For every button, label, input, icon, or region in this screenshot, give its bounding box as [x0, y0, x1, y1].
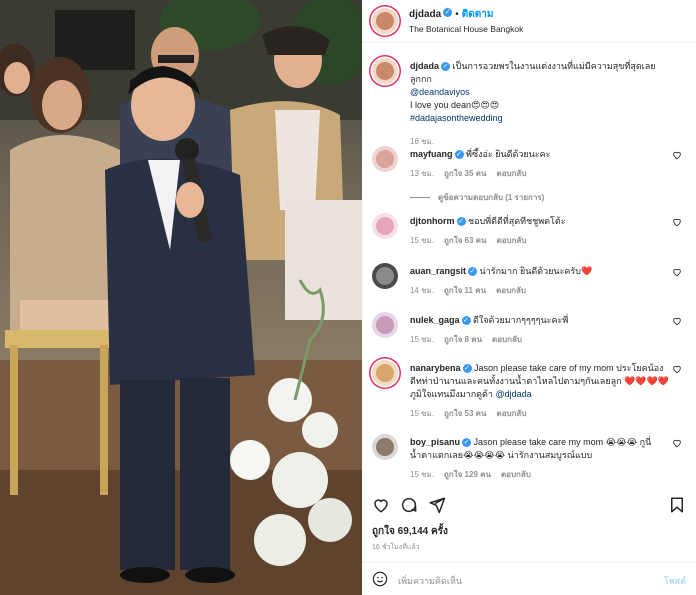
comment-username[interactable]: djtonhorm — [410, 216, 455, 226]
reply-button[interactable]: ตอบกลับ — [501, 470, 531, 479]
post-video[interactable] — [0, 0, 362, 595]
post-header: djdada ✓ • ติดตาม The Botanical House Bangk… — [362, 0, 696, 43]
verified-icon: ✓ — [443, 8, 453, 18]
heart-icon[interactable] — [672, 316, 682, 326]
comment-time: 14 ชม. — [410, 286, 435, 295]
verified-icon: ✓ — [461, 316, 471, 326]
post-timestamp: 16 ชั่วโมงที่แล้ว — [372, 544, 420, 551]
comments-list[interactable]: djdada ✓ เป็นการอวยพรในงานแต่งงานที่แม่มี… — [362, 48, 696, 488]
comment-icon[interactable] — [400, 496, 418, 514]
view-replies-button[interactable]: ดูข้อความตอบกลับ (1 รายการ) — [410, 191, 544, 204]
comment-avatar[interactable] — [372, 434, 398, 460]
bookmark-icon[interactable] — [668, 496, 686, 514]
separator-dot: • — [455, 9, 459, 20]
comment-avatar[interactable] — [372, 360, 398, 386]
caption-time: 16 ชม. — [410, 137, 435, 146]
author-avatar[interactable] — [372, 8, 398, 34]
comment-likes[interactable]: ถูกใจ 35 คน — [444, 169, 486, 178]
comment-text: ชอบพี่ดีดีที่สุดทีชชูพดโต้ะ — [468, 216, 566, 226]
comment-text: น่ารักมาก ยินดีด้วยนะครับ❤️ — [479, 266, 593, 276]
comment-likes[interactable]: ถูกใจ 8 คน — [444, 335, 482, 344]
heart-icon[interactable] — [372, 496, 390, 514]
post-panel: djdada ✓ • ติดตาม The Botanical House Bangk… — [362, 0, 696, 595]
add-comment-input[interactable]: เพิ่มความคิดเห็น — [398, 574, 462, 588]
post-comment-button[interactable]: โพสต์ — [664, 574, 686, 588]
caption-avatar[interactable] — [372, 58, 398, 84]
heart-icon[interactable] — [672, 267, 682, 277]
follow-button[interactable]: ติดตาม — [462, 9, 494, 20]
comment-avatar[interactable] — [372, 213, 398, 239]
comment-mention[interactable]: @djdada — [495, 389, 531, 399]
verified-icon: ✓ — [468, 267, 478, 277]
reply-button[interactable]: ตอบกลับ — [497, 169, 527, 178]
caption-username[interactable]: djdada — [410, 61, 439, 71]
comment-avatar[interactable] — [372, 146, 398, 172]
heart-icon[interactable] — [672, 217, 682, 227]
comment-username[interactable]: nulek_gaga — [410, 315, 460, 325]
comment-time: 13 ชม. — [410, 169, 435, 178]
comment-time: 15 ชม. — [410, 236, 435, 245]
heart-icon[interactable] — [672, 438, 682, 448]
location-link[interactable]: The Botanical House Bangkok — [409, 22, 523, 37]
comment-time: 15 ชม. — [410, 409, 435, 418]
caption-line2: I love you dean😍😍😍 — [410, 100, 500, 110]
comment-username[interactable]: mayfuang — [410, 149, 453, 159]
comment-likes[interactable]: ถูกใจ 63 คน — [444, 236, 486, 245]
comment-username[interactable]: auan_rangsit — [410, 266, 466, 276]
caption-mention[interactable]: @deandaviyos — [410, 87, 470, 97]
comment-username[interactable]: nanarybena — [410, 363, 461, 373]
comment-avatar[interactable] — [372, 263, 398, 289]
verified-icon: ✓ — [462, 438, 472, 448]
verified-icon: ✓ — [456, 217, 466, 227]
caption-hashtag[interactable]: #dadajasonthewedding — [410, 113, 503, 123]
verified-icon: ✓ — [454, 150, 464, 160]
comment-time: 15 ชม. — [410, 335, 435, 344]
action-bar — [372, 494, 686, 516]
comment-likes[interactable]: ถูกใจ 53 คน — [444, 409, 486, 418]
comment-username[interactable]: boy_pisanu — [410, 437, 460, 447]
author-username[interactable]: djdada — [409, 9, 441, 20]
comment-time: 15 ชม. — [410, 470, 435, 479]
reply-button[interactable]: ตอบกลับ — [492, 335, 522, 344]
heart-icon[interactable] — [672, 364, 682, 374]
verified-icon: ✓ — [462, 364, 472, 374]
add-comment-bar: เพิ่มความคิดเห็น โพสต์ — [362, 562, 696, 595]
like-count[interactable]: ถูกใจ 69,144 ครั้ง — [372, 524, 448, 539]
comment-likes[interactable]: ถูกใจ 129 คน — [444, 470, 491, 479]
share-icon[interactable] — [428, 496, 446, 514]
wedding-scene-image — [0, 0, 362, 595]
emoji-icon[interactable] — [372, 571, 388, 587]
heart-icon[interactable] — [672, 150, 682, 160]
replies-line — [410, 197, 430, 199]
comment-avatar[interactable] — [372, 312, 398, 338]
reply-button[interactable]: ตอบกลับ — [496, 286, 526, 295]
verified-icon: ✓ — [441, 62, 451, 72]
reply-button[interactable]: ตอบกลับ — [497, 409, 527, 418]
reply-button[interactable]: ตอบกลับ — [497, 236, 527, 245]
comment-likes[interactable]: ถูกใจ 11 คน — [444, 286, 486, 295]
comment-text: ดีใจด้วยมากๆๆๆๆนะคะพี่ — [473, 315, 569, 325]
comment-text: พี่ซึ้งอ่ะ ยินดีด้วยนะคะ — [466, 149, 551, 159]
